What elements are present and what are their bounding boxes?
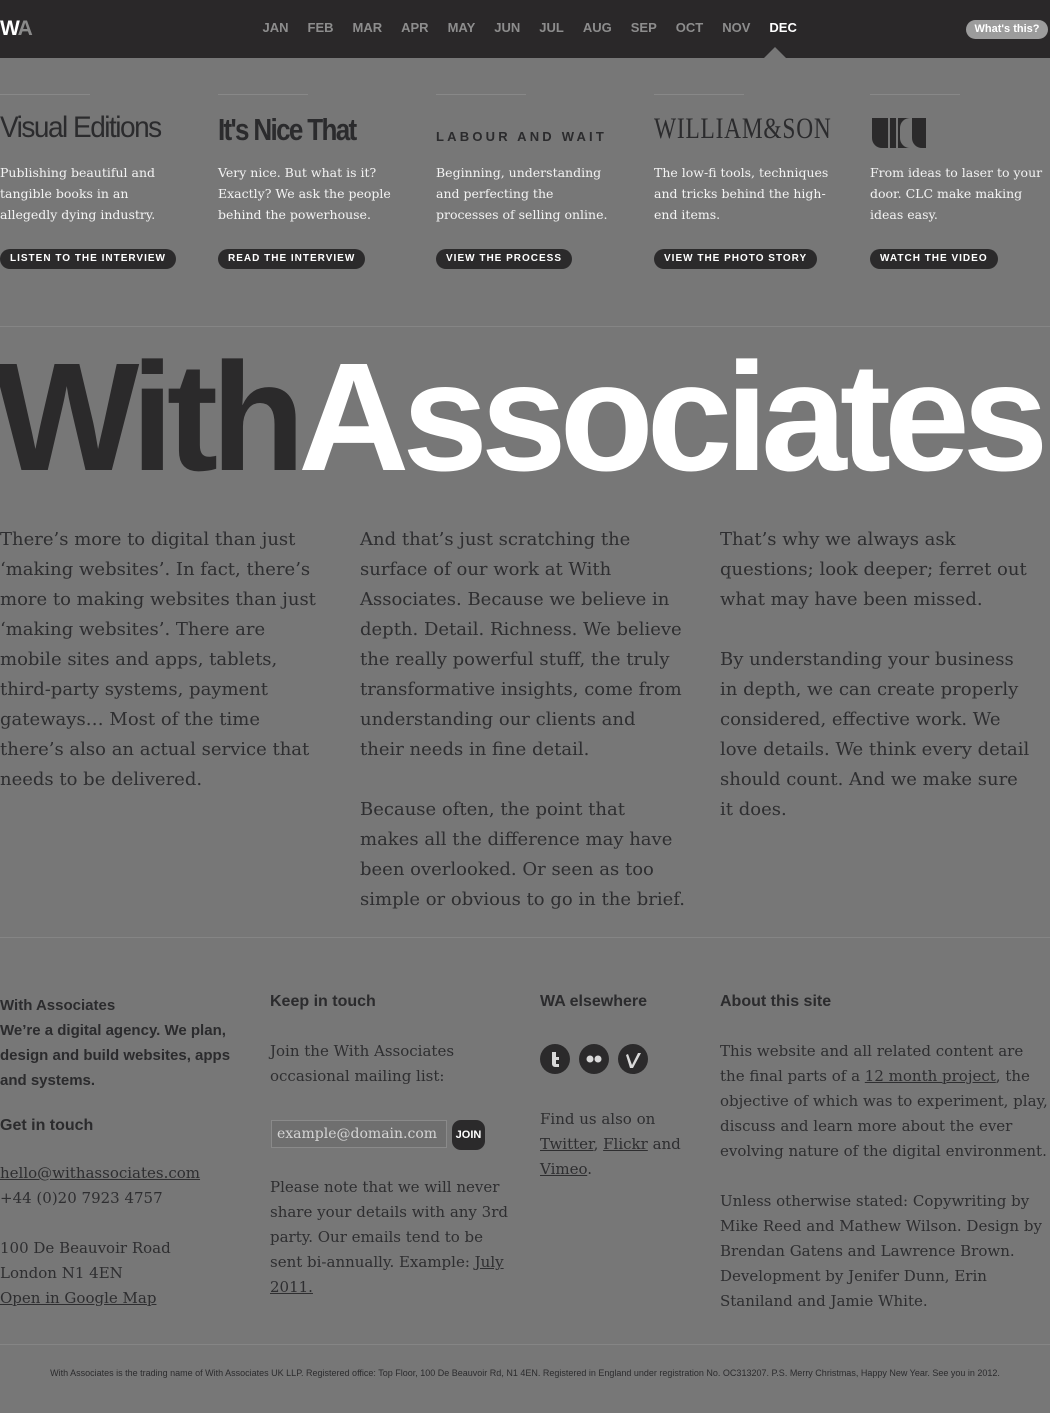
feature-labour-and-wait: LABOUR AND WAIT Beginning, understanding… bbox=[436, 94, 621, 269]
month-tab-apr[interactable]: APR bbox=[401, 20, 428, 38]
about-paragraph-2: Unless otherwise stated: Copywriting by … bbox=[720, 1192, 1042, 1310]
month-tab-mar[interactable]: MAR bbox=[353, 20, 383, 38]
intro-paragraph: There’s more to digital than just ‘makin… bbox=[0, 529, 316, 790]
month-tab-jan[interactable]: JAN bbox=[263, 20, 289, 38]
hero-title-associates: Associates bbox=[298, 331, 1048, 503]
section-divider bbox=[0, 326, 1050, 327]
footer-newsletter: Keep in touch Join the With Associates o… bbox=[270, 993, 510, 1089]
wa-logo[interactable]: WA bbox=[0, 17, 33, 41]
feature-rule bbox=[870, 94, 960, 95]
hero-title: WithAssociates bbox=[0, 340, 1048, 494]
twelve-month-project-link[interactable]: 12 month project bbox=[865, 1067, 996, 1085]
month-tab-jul[interactable]: JUL bbox=[539, 20, 564, 38]
feature-visual-editions: Visual Editions Publishing beautiful and… bbox=[0, 94, 185, 269]
month-tab-feb[interactable]: FEB bbox=[308, 20, 334, 38]
view-photo-story-button[interactable]: VIEW THE PHOTO STORY bbox=[654, 249, 818, 269]
month-tab-aug[interactable]: AUG bbox=[583, 20, 612, 38]
newsletter-intro: Join the With Associates occasional mail… bbox=[270, 1042, 455, 1085]
period: . bbox=[587, 1160, 593, 1178]
about-paragraph-1: This website and all related content are… bbox=[720, 1039, 1050, 1164]
feature-its-nice-that: It's Nice That Very nice. But what is it… bbox=[218, 94, 403, 269]
active-month-caret bbox=[764, 47, 786, 58]
read-interview-button[interactable]: READ THE INTERVIEW bbox=[218, 249, 366, 269]
feature-description: Very nice. But what is it? Exactly? We a… bbox=[218, 165, 391, 222]
newsletter-note-text: Please note that we will never share you… bbox=[270, 1178, 508, 1271]
find-us-text: Find us also on Twitter, Flickr and Vime… bbox=[540, 1107, 690, 1182]
company-tagline: We’re a digital agency. We plan, design … bbox=[0, 1022, 231, 1089]
about-site-heading: About this site bbox=[720, 993, 832, 1010]
whats-this-button[interactable]: What's this? bbox=[966, 20, 1048, 39]
month-tab-nov[interactable]: NOV bbox=[722, 20, 750, 38]
flickr-icon[interactable] bbox=[579, 1044, 609, 1074]
intro-paragraph: Because often, the point that makes all … bbox=[360, 799, 685, 910]
twitter-icon[interactable] bbox=[540, 1044, 570, 1074]
find-us-prefix: Find us also on bbox=[540, 1110, 656, 1128]
feature-description: From ideas to laser to your door. CLC ma… bbox=[870, 165, 1043, 222]
feature-rule bbox=[0, 94, 90, 95]
watch-video-button[interactable]: WATCH THE VIDEO bbox=[870, 249, 998, 269]
get-in-touch-heading: Get in touch bbox=[0, 1117, 94, 1134]
section-divider bbox=[0, 937, 1050, 938]
twitter-link[interactable]: Twitter bbox=[540, 1135, 594, 1153]
vimeo-icon[interactable] bbox=[618, 1044, 648, 1074]
footer-about: About this site This website and all rel… bbox=[720, 993, 1050, 1314]
footer-company: With Associates We’re a digital agency. … bbox=[0, 993, 240, 1311]
keep-in-touch-heading: Keep in touch bbox=[270, 993, 376, 1010]
flickr-link[interactable]: Flickr bbox=[603, 1135, 648, 1153]
intro-paragraph: By understanding your business in depth,… bbox=[720, 649, 1030, 820]
email-link[interactable]: hello@withassociates.com bbox=[0, 1164, 200, 1182]
month-tab-oct[interactable]: OCT bbox=[676, 20, 703, 38]
william-and-son-logo: WILLIAM&SON bbox=[654, 112, 832, 145]
logo-letter-w: W bbox=[0, 17, 19, 40]
phone-number: +44 (0)20 7923 4757 bbox=[0, 1189, 163, 1207]
feature-rule bbox=[436, 94, 526, 95]
month-tab-sep[interactable]: SEP bbox=[631, 20, 657, 38]
feature-description: Publishing beautiful and tangible books … bbox=[0, 165, 156, 222]
section-divider bbox=[0, 1344, 1050, 1345]
address-line-1: 100 De Beauvoir Road bbox=[0, 1239, 171, 1257]
clc-logo bbox=[870, 112, 928, 152]
and-text: and bbox=[652, 1135, 681, 1153]
footer-elsewhere: WA elsewhere bbox=[540, 993, 690, 1011]
feature-william-and-son: WILLIAM&SON The low-fi tools, techniques… bbox=[654, 94, 839, 269]
hero-title-with: With bbox=[0, 331, 305, 503]
feature-rule bbox=[218, 94, 308, 95]
visual-editions-logo: Visual Editions bbox=[0, 111, 162, 144]
legal-notice: With Associates is the trading name of W… bbox=[50, 1368, 1000, 1378]
feature-description: Beginning, understanding and perfecting … bbox=[436, 165, 608, 222]
intro-column-1: There’s more to digital than just ‘makin… bbox=[0, 525, 325, 825]
wa-elsewhere-heading: WA elsewhere bbox=[540, 993, 648, 1010]
view-process-button[interactable]: VIEW THE PROCESS bbox=[436, 249, 573, 269]
feature-clc: From ideas to laser to your door. CLC ma… bbox=[870, 94, 1050, 269]
intro-paragraph: That’s why we always ask questions; look… bbox=[720, 529, 1027, 610]
top-nav-bar: WA JAN FEB MAR APR MAY JUN JUL AUG SEP O… bbox=[0, 0, 1050, 58]
newsletter-email-input[interactable] bbox=[271, 1120, 447, 1148]
feature-description: The low-fi tools, techniques and tricks … bbox=[654, 165, 829, 222]
intro-paragraph: And that’s just scratching the surface o… bbox=[360, 529, 682, 760]
its-nice-that-logo: It's Nice That bbox=[218, 112, 357, 147]
listen-interview-button[interactable]: LISTEN TO THE INTERVIEW bbox=[0, 249, 176, 269]
google-map-link[interactable]: Open in Google Map bbox=[0, 1289, 156, 1307]
join-button[interactable]: JOIN bbox=[452, 1120, 485, 1150]
logo-letter-a: A bbox=[17, 17, 33, 40]
month-nav: JAN FEB MAR APR MAY JUN JUL AUG SEP OCT … bbox=[253, 20, 806, 38]
company-name: With Associates bbox=[0, 997, 116, 1014]
intro-column-2: And that’s just scratching the surface o… bbox=[360, 525, 685, 945]
newsletter-note: Please note that we will never share you… bbox=[270, 1175, 510, 1300]
month-tab-dec[interactable]: DEC bbox=[769, 20, 796, 38]
intro-column-3: That’s why we always ask questions; look… bbox=[720, 525, 1030, 855]
feature-rule bbox=[654, 94, 744, 95]
month-tab-jun[interactable]: JUN bbox=[494, 20, 520, 38]
vimeo-link[interactable]: Vimeo bbox=[540, 1160, 587, 1178]
month-tab-may[interactable]: MAY bbox=[448, 20, 476, 38]
comma-separator: , bbox=[593, 1135, 599, 1153]
address-line-2: London N1 4EN bbox=[0, 1264, 123, 1282]
